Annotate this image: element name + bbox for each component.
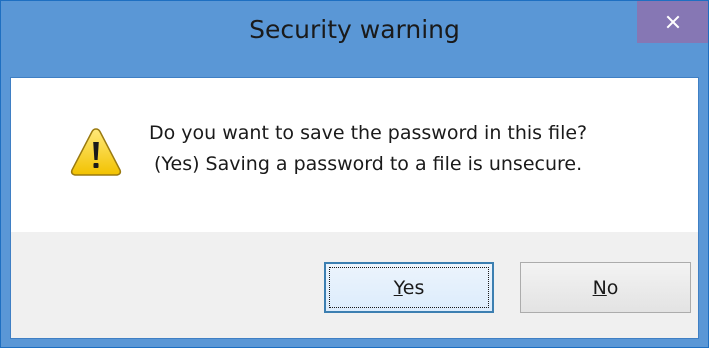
no-button-label: No: [593, 277, 619, 299]
security-warning-dialog: Security warning Do you want to save the…: [0, 0, 709, 348]
message-area: Do you want to save the password in this…: [11, 78, 698, 232]
no-label-rest: o: [606, 276, 619, 299]
dialog-body: Do you want to save the password in this…: [10, 77, 699, 339]
dialog-title: Security warning: [249, 15, 460, 44]
no-button[interactable]: No: [520, 262, 691, 313]
title-bar[interactable]: Security warning: [1, 1, 708, 77]
message-text: Do you want to save the password in this…: [149, 118, 587, 180]
message-line-1: Do you want to save the password in this…: [149, 122, 588, 144]
no-mnemonic: N: [592, 276, 607, 299]
yes-button[interactable]: Yes: [324, 262, 494, 313]
message-line-2: (Yes) Saving a password to a file is uns…: [154, 153, 583, 175]
close-icon: [666, 15, 679, 29]
close-button[interactable]: [637, 1, 708, 43]
warning-icon: [70, 128, 122, 176]
button-bar: Yes No: [11, 232, 698, 338]
focus-rectangle: [329, 267, 489, 308]
